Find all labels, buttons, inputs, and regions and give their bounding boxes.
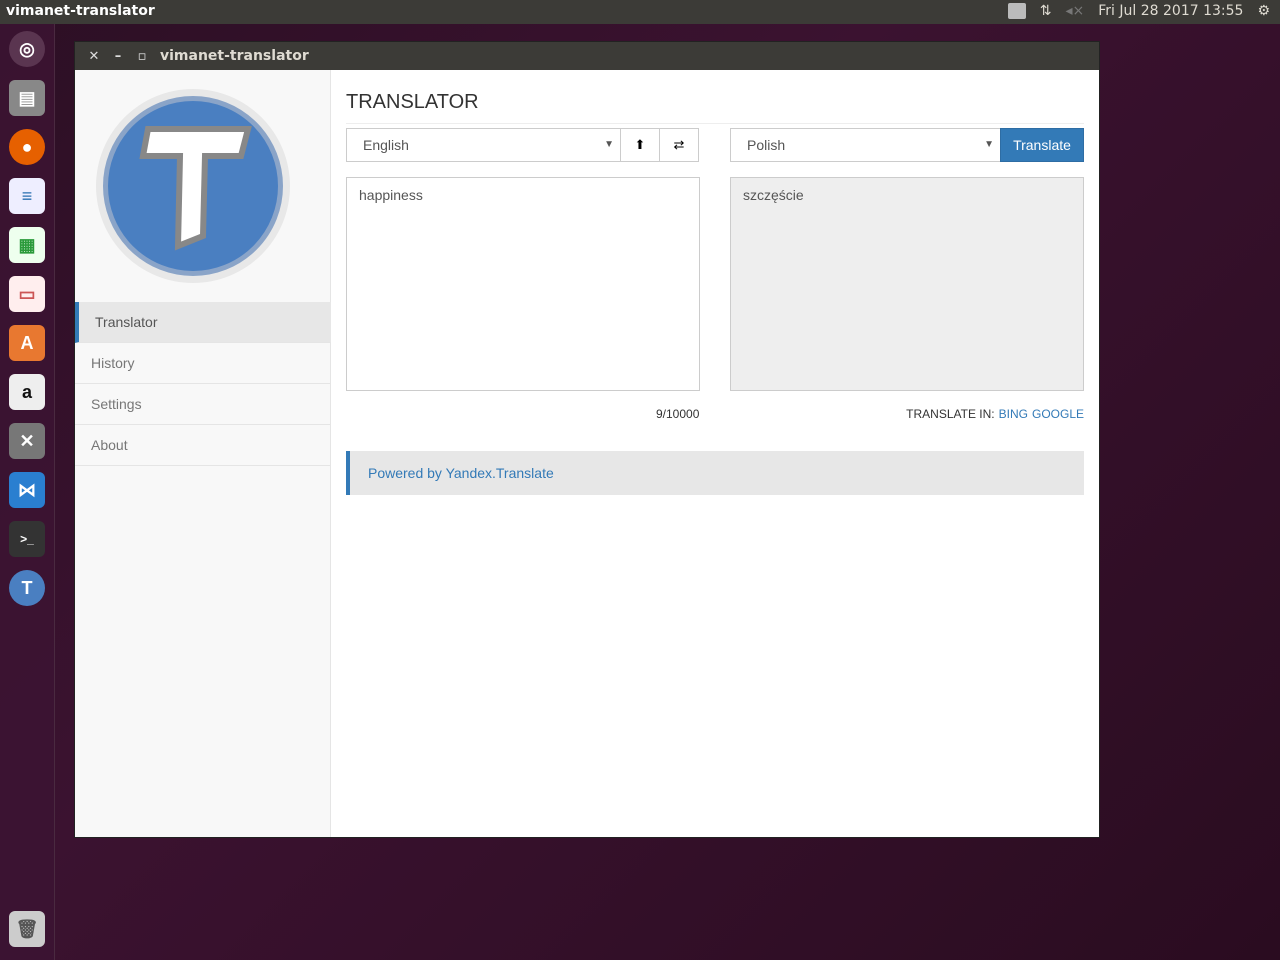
swap-icon: ⇄ <box>673 137 685 152</box>
power-gear-icon[interactable]: ⚙ <box>1257 3 1270 19</box>
amazon-icon[interactable]: a <box>9 374 45 410</box>
powered-by-link[interactable]: Powered by Yandex.Translate <box>346 451 1084 495</box>
firefox-icon[interactable]: ● <box>9 129 45 165</box>
launcher: ◎ ▤ ● ≡ ▦ ▭ A a ✕ ⋈ >_ T 🗑 <box>0 24 55 960</box>
file-upload-icon: ⬆ <box>634 137 646 152</box>
sidebar-item-history[interactable]: History <box>75 343 331 384</box>
translator-app-icon[interactable]: T <box>9 570 45 606</box>
app-logo <box>96 89 290 283</box>
source-language-select[interactable]: English ▼ <box>346 128 621 162</box>
sidebar-item-settings[interactable]: Settings <box>75 384 331 425</box>
sidebar-item-about[interactable]: About <box>75 425 331 466</box>
translate-in-links: TRANSLATE IN: BING GOOGLE <box>906 407 1084 421</box>
maximize-icon[interactable]: ▫ <box>130 49 154 64</box>
google-link[interactable]: GOOGLE <box>1032 407 1084 421</box>
source-text-input[interactable]: happiness <box>346 177 700 391</box>
system-top-bar: vimanet-translator ⇅ ◂× Fri Jul 28 2017 … <box>0 0 1280 24</box>
translation-output: szczęście <box>730 177 1084 391</box>
system-settings-icon[interactable]: ✕ <box>9 423 45 459</box>
bing-link[interactable]: BING <box>999 407 1028 421</box>
window-title: vimanet-translator <box>160 48 309 64</box>
sidebar-item-translator[interactable]: Translator <box>75 302 331 343</box>
upload-file-button[interactable]: ⬆ <box>620 128 660 162</box>
target-language-select[interactable]: Polish ▼ <box>730 128 1001 162</box>
window-titlebar: ✕ – ▫ vimanet-translator <box>75 42 1099 70</box>
calc-icon[interactable]: ▦ <box>9 227 45 263</box>
active-app-title: vimanet-translator <box>6 3 155 19</box>
ubuntu-dash-icon[interactable]: ◎ <box>9 31 45 67</box>
translate-button[interactable]: Translate <box>1000 128 1084 162</box>
app-window: ✕ – ▫ vimanet-translator Translator Hist… <box>74 41 1100 838</box>
vscode-icon[interactable]: ⋈ <box>9 472 45 508</box>
sidebar-nav: Translator History Settings About <box>75 302 331 466</box>
source-language-value: English <box>363 137 409 153</box>
chevron-down-icon: ▼ <box>984 139 994 150</box>
main-content: TRANSLATOR English ▼ ⬆ ⇄ Polish ▼ Translat… <box>346 70 1084 495</box>
network-icon[interactable]: ⇅ <box>1040 3 1052 19</box>
minimize-icon[interactable]: – <box>106 49 130 64</box>
page-title: TRANSLATOR <box>346 91 1084 124</box>
trash-icon[interactable]: 🗑 <box>9 911 45 947</box>
swap-languages-button[interactable]: ⇄ <box>659 128 699 162</box>
sound-muted-icon[interactable]: ◂× <box>1066 3 1085 19</box>
translate-in-label: TRANSLATE IN: <box>906 407 995 421</box>
chevron-down-icon: ▼ <box>604 139 614 150</box>
sidebar: Translator History Settings About <box>75 70 331 837</box>
terminal-icon[interactable]: >_ <box>9 521 45 557</box>
clock[interactable]: Fri Jul 28 2017 13:55 <box>1098 3 1243 19</box>
target-language-value: Polish <box>747 137 786 153</box>
files-icon[interactable]: ▤ <box>9 80 45 116</box>
char-count: 9/10000 <box>656 407 700 421</box>
software-center-icon[interactable]: A <box>9 325 45 361</box>
writer-icon[interactable]: ≡ <box>9 178 45 214</box>
close-icon[interactable]: ✕ <box>82 49 106 64</box>
keyboard-indicator-icon[interactable] <box>1007 3 1026 19</box>
impress-icon[interactable]: ▭ <box>9 276 45 312</box>
